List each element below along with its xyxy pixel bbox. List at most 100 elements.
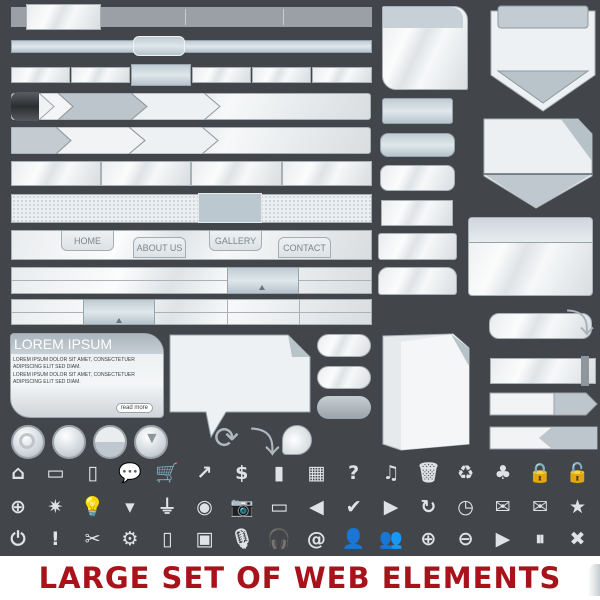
sticker-peel xyxy=(282,425,312,455)
mail-open-icon[interactable]: ✉ xyxy=(490,494,516,520)
music-note-icon[interactable]: ♫ xyxy=(378,460,404,486)
monitor-icon[interactable]: ▭ xyxy=(266,494,292,520)
slider-track[interactable] xyxy=(11,40,372,53)
film-icon[interactable]: ▦ xyxy=(303,460,329,486)
download-arrow-icon: ▼ xyxy=(144,430,160,447)
curved-down-arrow-icon: ⤵ xyxy=(250,426,280,461)
mail-icon[interactable]: ✉ xyxy=(527,494,553,520)
segment-button[interactable] xyxy=(11,67,70,83)
segment-button[interactable] xyxy=(71,67,130,83)
arrow-right-banner[interactable] xyxy=(489,392,599,416)
zoom-in-icon[interactable]: ⊕ xyxy=(415,526,441,552)
menu-segment[interactable] xyxy=(191,161,282,186)
light-bulb-icon[interactable]: 💡 xyxy=(80,494,106,520)
read-more-button[interactable]: read more xyxy=(115,403,153,413)
mobile-phone-icon[interactable]: ▯ xyxy=(154,526,180,552)
lock-open-icon[interactable]: 🔓 xyxy=(565,460,591,486)
play-icon[interactable]: ▶ xyxy=(490,526,516,552)
bar-chart-icon[interactable]: ▮ xyxy=(266,460,292,486)
recycle-icon[interactable]: ♻ xyxy=(453,460,479,486)
slider-handle[interactable] xyxy=(133,36,185,56)
lock-closed-icon[interactable]: 🔒 xyxy=(527,460,553,486)
pill-button[interactable] xyxy=(317,366,371,389)
usb-icon[interactable]: ⏚ xyxy=(154,494,180,520)
disc-icon[interactable]: ◉ xyxy=(192,494,218,520)
microphone-icon[interactable]: 🎙 xyxy=(229,526,255,552)
cell-divider xyxy=(227,299,228,325)
panel-wide-header xyxy=(469,218,592,243)
users-icon[interactable]: 👥 xyxy=(378,526,404,552)
globe-icon[interactable]: ⊕ xyxy=(5,494,31,520)
gear-icon[interactable]: ⚙ xyxy=(117,526,143,552)
round-button-glossy[interactable] xyxy=(52,425,86,459)
refresh-icon[interactable]: ↻ xyxy=(415,494,441,520)
tools-icon[interactable]: ✂ xyxy=(80,526,106,552)
tab-separator xyxy=(185,9,186,25)
info-box-paragraph: LOREM IPSUM DOLOR SIT AMET, CONSECTETUER… xyxy=(13,372,135,385)
user-icon[interactable]: 👤 xyxy=(341,526,367,552)
power-icon[interactable]: ⏻ xyxy=(5,526,31,552)
arrow-left-icon[interactable]: ◀ xyxy=(303,494,329,520)
small-button[interactable] xyxy=(378,233,457,260)
caret-up-icon xyxy=(116,318,122,323)
arrow-right-icon[interactable]: ▶ xyxy=(378,494,404,520)
banner-tab xyxy=(581,356,589,386)
small-button-notched[interactable] xyxy=(380,133,455,157)
small-button-rounded-top[interactable] xyxy=(378,267,457,295)
small-button-blue[interactable] xyxy=(382,98,453,124)
checkmark-icon[interactable]: ✔ xyxy=(341,494,367,520)
menu-segment[interactable] xyxy=(282,161,372,186)
tab-bar-active-tab[interactable] xyxy=(26,4,101,30)
info-box-title: LOREM IPSUM xyxy=(14,336,113,352)
dotted-bar xyxy=(11,194,372,223)
menu-segment[interactable] xyxy=(11,161,101,186)
folder-icon[interactable]: ▭ xyxy=(42,460,68,486)
power-round-button[interactable] xyxy=(11,425,45,459)
mp3-player-icon[interactable]: ▣ xyxy=(192,526,218,552)
small-button-notched-light[interactable] xyxy=(380,165,455,191)
dotted-bar-active-block[interactable] xyxy=(198,193,262,223)
close-icon[interactable]: ✖ xyxy=(565,526,591,552)
nav-tab-home[interactable]: HOME xyxy=(61,230,114,251)
segment-button[interactable] xyxy=(312,67,372,83)
download-round-button[interactable]: ▼ xyxy=(134,425,168,459)
double-bar-divider xyxy=(11,312,372,313)
segment-button-active[interactable] xyxy=(131,64,191,86)
pill-button[interactable] xyxy=(317,334,371,357)
zoom-out-icon[interactable]: ⊖ xyxy=(453,526,479,552)
document-icon[interactable]: ▯ xyxy=(80,460,106,486)
speech-bubble xyxy=(169,334,311,438)
menu-segment[interactable] xyxy=(101,161,191,186)
headphones-icon[interactable]: 🎧 xyxy=(266,526,292,552)
at-sign-icon[interactable]: @ xyxy=(303,526,329,552)
clock-icon[interactable]: ◷ xyxy=(453,494,479,520)
trash-icon[interactable]: 🗑 xyxy=(415,460,441,486)
nav-tab-contact[interactable]: CONTACT xyxy=(278,237,331,258)
round-button-half[interactable] xyxy=(93,425,127,459)
shopping-cart-icon[interactable]: 🛒 xyxy=(154,460,180,486)
speech-bubble-icon[interactable]: 💬 xyxy=(117,460,143,486)
energy-bulb-icon[interactable]: ▾ xyxy=(117,494,143,520)
nav-tab-gallery[interactable]: GALLERY xyxy=(209,230,262,251)
camera-icon[interactable]: 📷 xyxy=(229,494,255,520)
light-burst-icon[interactable]: ✷ xyxy=(42,494,68,520)
home-icon[interactable]: ⌂ xyxy=(5,460,31,486)
cell-divider xyxy=(299,299,300,325)
nav-tab-about[interactable]: ABOUT US xyxy=(133,237,186,258)
small-button[interactable] xyxy=(381,200,453,226)
segment-button[interactable] xyxy=(192,67,251,83)
pill-button-dark[interactable] xyxy=(317,396,371,419)
exclamation-icon[interactable]: ! xyxy=(42,526,68,552)
star-icon[interactable]: ★ xyxy=(565,494,591,520)
arrow-left-banner[interactable] xyxy=(489,426,599,450)
trend-line-icon[interactable]: ↗ xyxy=(192,460,218,486)
caret-up-icon xyxy=(259,285,265,290)
dollar-icon[interactable]: $ xyxy=(229,460,255,486)
segment-button[interactable] xyxy=(252,67,311,83)
curved-arrow-icon: ⤵ xyxy=(566,307,595,340)
tree-icon[interactable]: ♣ xyxy=(490,460,516,486)
panel-header xyxy=(383,7,463,28)
question-icon[interactable]: ? xyxy=(341,460,367,486)
info-box-header: LOREM IPSUM xyxy=(11,334,163,354)
pause-icon[interactable]: ⏸ xyxy=(527,526,553,552)
